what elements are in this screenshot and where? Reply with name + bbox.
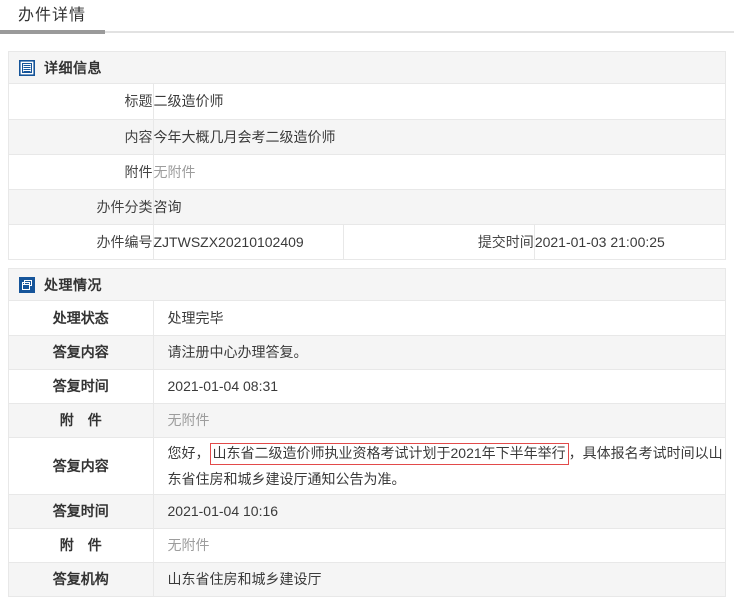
- row-value: 2021-01-04 10:16: [153, 494, 725, 528]
- process-status-table: 处理状态 处理完毕 答复内容 请注册中心办理答复。 答复时间 2021-01-0…: [9, 301, 725, 597]
- reply-content: 您好，山东省二级造价师执业资格考试计划于2021年下半年举行，具体报名考试时间以…: [153, 437, 725, 494]
- row-value: 今年大概几月会考二级造价师: [153, 119, 725, 154]
- row-label: 内容: [9, 119, 153, 154]
- table-row: 标题 二级造价师: [9, 84, 725, 119]
- row-label: 办件分类: [9, 189, 153, 224]
- row-value: 山东省住房和城乡建设厅: [153, 562, 725, 596]
- row-value: 无附件: [153, 528, 725, 562]
- detail-info-table: 标题 二级造价师 内容 今年大概几月会考二级造价师 附件 无附件 办件分类 咨询…: [9, 84, 725, 260]
- row-label: 答复机构: [9, 562, 153, 596]
- page-title: 办件详情: [18, 4, 86, 28]
- stacked-windows-icon: [19, 277, 35, 293]
- process-panel-header: 处理情况: [9, 269, 725, 301]
- row-label: 附 件: [9, 528, 153, 562]
- row-value: 2021-01-04 08:31: [153, 369, 725, 403]
- table-row: 内容 今年大概几月会考二级造价师: [9, 119, 725, 154]
- row-value: 咨询: [153, 189, 725, 224]
- table-row: 答复时间 2021-01-04 10:16: [9, 494, 725, 528]
- row-value: 请注册中心办理答复。: [153, 335, 725, 369]
- table-row: 答复机构 山东省住房和城乡建设厅: [9, 562, 725, 596]
- table-row: 答复内容 请注册中心办理答复。: [9, 335, 725, 369]
- row-value: 处理完毕: [153, 301, 725, 335]
- row-label: 答复时间: [9, 369, 153, 403]
- detail-panel-header: 详细信息: [9, 52, 725, 84]
- table-row: 处理状态 处理完毕: [9, 301, 725, 335]
- row-value: 无附件: [153, 154, 725, 189]
- row-label: 标题: [9, 84, 153, 119]
- reply-text-before: 您好，: [168, 445, 210, 461]
- table-row: 附 件 无附件: [9, 403, 725, 437]
- table-row: 附 件 无附件: [9, 528, 725, 562]
- title-active-indicator: [0, 30, 105, 34]
- document-lines-icon: [19, 60, 35, 76]
- detail-info-panel: 详细信息 标题 二级造价师 内容 今年大概几月会考二级造价师 附件 无附件 办件…: [8, 51, 726, 260]
- row-value: 二级造价师: [153, 84, 725, 119]
- page-header: 办件详情: [0, 0, 734, 32]
- detail-panel-title: 详细信息: [44, 58, 102, 78]
- table-row: 附件 无附件: [9, 154, 725, 189]
- row-label: 答复时间: [9, 494, 153, 528]
- row-label: 答复内容: [9, 437, 153, 494]
- row-value: 无附件: [153, 403, 725, 437]
- table-row-reply: 答复内容 您好，山东省二级造价师执业资格考试计划于2021年下半年举行，具体报名…: [9, 437, 725, 494]
- process-status-panel: 处理情况 处理状态 处理完毕 答复内容 请注册中心办理答复。 答复时间 2021…: [8, 268, 726, 597]
- table-row: 办件分类 咨询: [9, 189, 725, 224]
- reply-highlighted-text: 山东省二级造价师执业资格考试计划于2021年下半年举行: [210, 443, 569, 465]
- row-label: 附 件: [9, 403, 153, 437]
- process-panel-title: 处理情况: [44, 275, 102, 295]
- title-divider: [0, 31, 734, 33]
- table-row: 办件编号 ZJTWSZX20210102409 提交时间 2021-01-03 …: [9, 224, 725, 259]
- row-value-secondary: 2021-01-03 21:00:25: [534, 224, 725, 259]
- row-label: 办件编号: [9, 224, 153, 259]
- row-label-secondary: 提交时间: [344, 224, 535, 259]
- row-label: 答复内容: [9, 335, 153, 369]
- row-label: 处理状态: [9, 301, 153, 335]
- row-value: ZJTWSZX20210102409: [153, 224, 344, 259]
- row-label: 附件: [9, 154, 153, 189]
- table-row: 答复时间 2021-01-04 08:31: [9, 369, 725, 403]
